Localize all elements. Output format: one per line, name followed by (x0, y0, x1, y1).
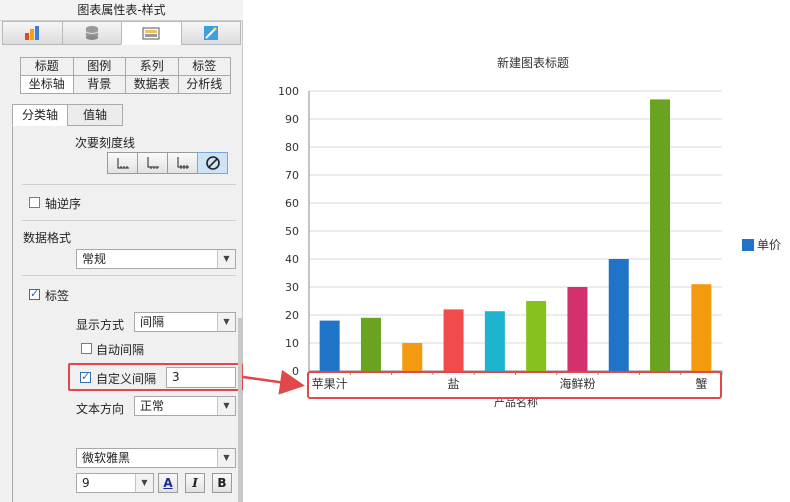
annotation-arrow (242, 369, 305, 395)
annotation-overlay (242, 369, 722, 399)
category-labels-highlight (307, 371, 722, 399)
